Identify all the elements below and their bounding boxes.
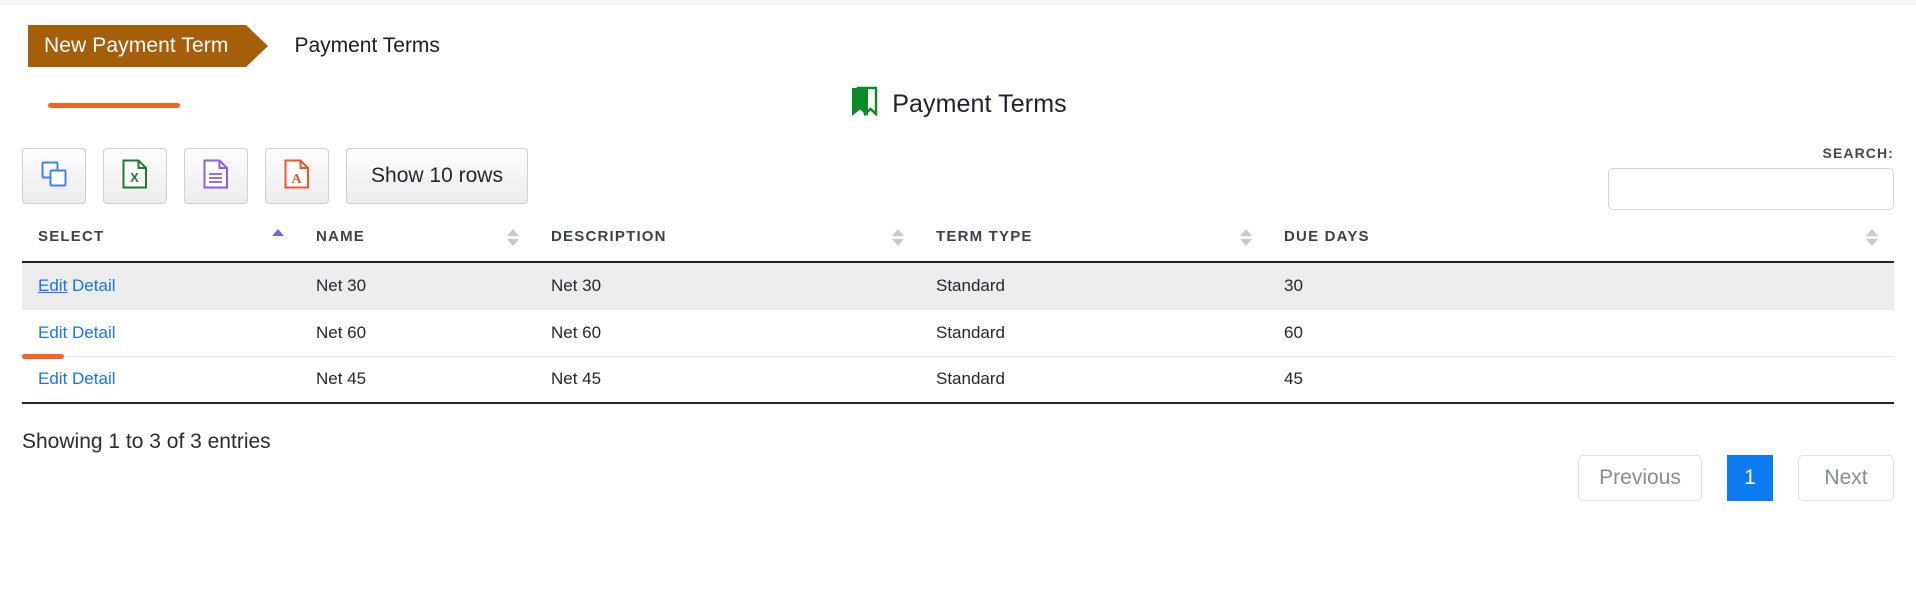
column-header-due-days[interactable]: DUE DAYS [1268, 228, 1894, 263]
showing-entries-label: Showing 1 to 3 of 3 entries [22, 430, 271, 453]
svg-text:A: A [291, 172, 302, 187]
cell-name: Net 60 [300, 309, 535, 357]
breadcrumb-tab-new-payment-term[interactable]: New Payment Term [28, 25, 269, 67]
cell-description: Net 45 [535, 356, 920, 404]
page-root: New Payment Term Payment Terms Payment T… [0, 0, 1916, 616]
cell-description: Net 60 [535, 309, 920, 357]
sort-icon-name[interactable] [507, 229, 519, 246]
pdf-export-button[interactable]: A [265, 148, 329, 204]
cell-description: Net 30 [535, 262, 920, 310]
csv-export-button[interactable] [184, 148, 248, 204]
copy-button[interactable] [22, 148, 86, 204]
breadcrumb-current-label: Payment Terms [294, 34, 440, 57]
pagination-previous-button[interactable]: Previous [1578, 455, 1702, 501]
column-header-select[interactable]: SELECT [22, 228, 300, 263]
column-header-term-type[interactable]: TERM TYPE [920, 228, 1268, 263]
show-rows-button[interactable]: Show 10 rows [346, 148, 528, 204]
edit-detail-link[interactable]: Edit Detail [38, 323, 116, 342]
column-header-name[interactable]: NAME [300, 228, 535, 263]
page-title: Payment Terms [0, 86, 1916, 123]
table-row[interactable]: Edit Detail Net 60 Net 60 Standard 60 [22, 309, 1894, 359]
table-header-row: SELECT NAME DESCRIPTION TERM TYPE DUE DA… [22, 228, 1894, 263]
pagination: Previous 1 Next [1578, 455, 1894, 501]
bookmark-icon [849, 86, 879, 123]
cell-name: Net 30 [300, 262, 535, 310]
table-row[interactable]: Edit Detail Net 45 Net 45 Standard 45 [22, 356, 1894, 404]
export-toolbar: X A Show 10 rows [22, 148, 528, 204]
pagination-page-1-button[interactable]: 1 [1727, 455, 1773, 501]
page-title-text: Payment Terms [892, 90, 1067, 118]
pdf-file-icon: A [284, 159, 310, 194]
cell-select: Edit Detail [22, 309, 300, 359]
search-label: SEARCH: [1822, 145, 1894, 161]
cell-due-days: 45 [1268, 356, 1894, 404]
cell-term-type: Standard [920, 262, 1268, 310]
column-header-description[interactable]: DESCRIPTION [535, 228, 920, 263]
excel-file-icon: X [122, 159, 148, 194]
breadcrumb: New Payment Term Payment Terms [28, 25, 440, 67]
sort-icon-select[interactable] [272, 229, 284, 246]
excel-export-button[interactable]: X [103, 148, 167, 204]
cell-select: Edit Detail [22, 356, 300, 404]
sort-icon-due-days[interactable] [1866, 229, 1878, 246]
top-strip [0, 0, 1916, 5]
breadcrumb-accent-bar [48, 103, 180, 108]
row-accent-bar [22, 353, 64, 359]
svg-text:X: X [130, 170, 139, 185]
cell-due-days: 60 [1268, 309, 1894, 357]
edit-detail-link[interactable]: Edit Detail [38, 276, 116, 295]
sort-icon-description[interactable] [892, 229, 904, 246]
cell-term-type: Standard [920, 356, 1268, 404]
sort-icon-term-type[interactable] [1240, 229, 1252, 246]
cell-name: Net 45 [300, 356, 535, 404]
payment-terms-table: SELECT NAME DESCRIPTION TERM TYPE DUE DA… [22, 228, 1894, 404]
pagination-next-button[interactable]: Next [1798, 455, 1894, 501]
search-area: SEARCH: [1608, 145, 1894, 210]
table-row[interactable]: Edit Detail Net 30 Net 30 Standard 30 [22, 262, 1894, 310]
cell-term-type: Standard [920, 309, 1268, 357]
edit-detail-link[interactable]: Edit Detail [38, 369, 116, 388]
document-file-icon [203, 159, 229, 194]
cell-due-days: 30 [1268, 262, 1894, 310]
cell-select: Edit Detail [22, 262, 300, 310]
search-input[interactable] [1608, 168, 1894, 210]
breadcrumb-tab-label: New Payment Term [44, 34, 229, 57]
copy-icon [40, 160, 68, 193]
